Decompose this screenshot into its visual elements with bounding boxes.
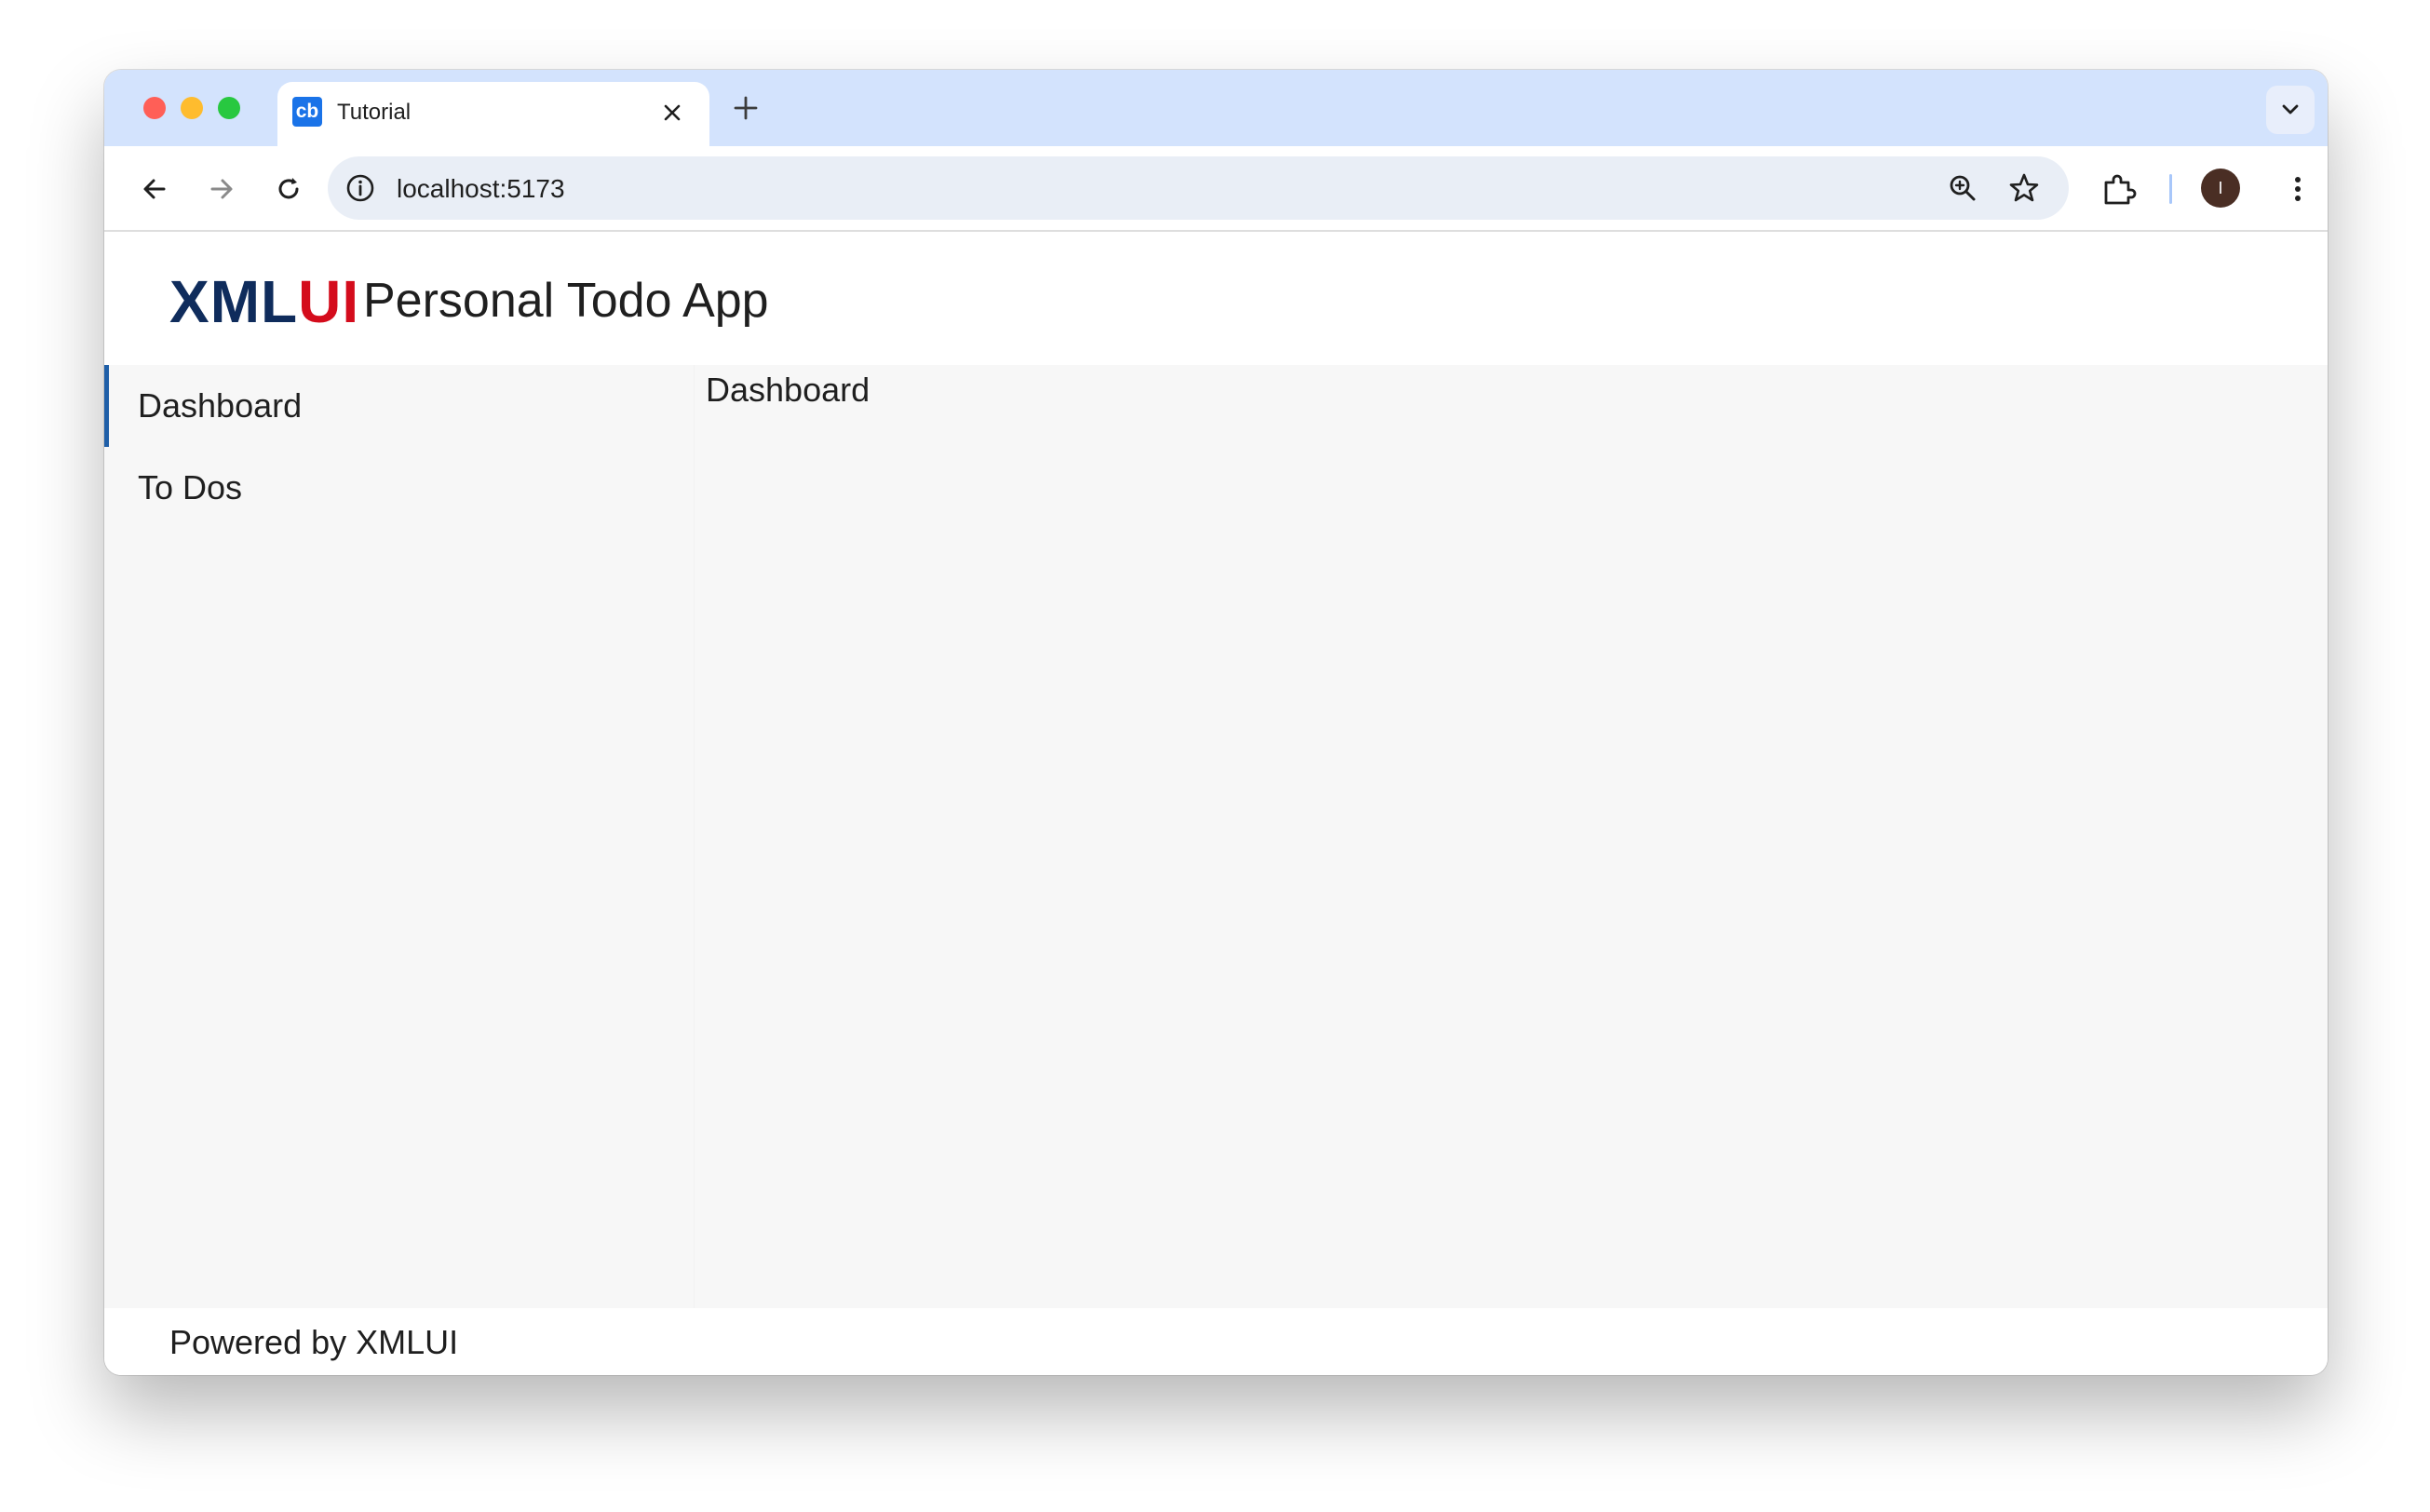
plus-icon[interactable] [730,92,762,124]
back-arrow-icon[interactable] [136,170,173,208]
forward-arrow-icon[interactable] [203,170,240,208]
sidebar: Dashboard To Dos [104,365,694,1308]
browser-tab[interactable]: cb Tutorial [277,82,709,146]
logo-text-xml: XML [169,268,299,335]
avatar[interactable]: I [2201,169,2240,208]
zoom-icon[interactable] [1946,171,1979,205]
footer: Powered by XMLUI [104,1308,2328,1375]
star-icon[interactable] [2006,170,2042,206]
tab-search-button[interactable] [2266,86,2315,134]
logo-text-ui: UI [298,268,360,335]
reload-icon[interactable] [270,170,307,208]
main-content: Dashboard [694,365,2328,1308]
sidebar-item-dashboard[interactable]: Dashboard [104,365,694,447]
info-icon[interactable] [344,172,376,204]
close-window-button[interactable] [143,97,166,119]
kebab-menu-icon[interactable] [2279,170,2316,208]
footer-text: Powered by XMLUI [169,1323,459,1361]
favicon-icon: cb [292,97,322,127]
close-icon[interactable] [661,101,683,124]
minimize-window-button[interactable] [181,97,203,119]
browser-window: cb Tutorial localhost:5173 I XMLUI Perso… [104,70,2328,1375]
address-bar[interactable]: localhost:5173 [328,156,2069,220]
tab-strip: cb Tutorial [104,70,2328,146]
maximize-window-button[interactable] [218,97,240,119]
app-title: Personal Todo App [363,274,769,328]
app-header: XMLUI Personal Todo App [104,232,2328,365]
xmlui-logo[interactable]: XMLUI [169,267,359,336]
tab-title: Tutorial [337,100,412,125]
puzzle-icon[interactable] [2099,169,2138,209]
page-title: Dashboard [706,371,871,409]
chevron-down-icon [2282,104,2299,115]
sidebar-item-todos[interactable]: To Dos [104,447,694,529]
url-text: localhost:5173 [397,174,565,203]
toolbar-divider [2169,174,2172,204]
browser-toolbar: localhost:5173 I [104,146,2328,232]
